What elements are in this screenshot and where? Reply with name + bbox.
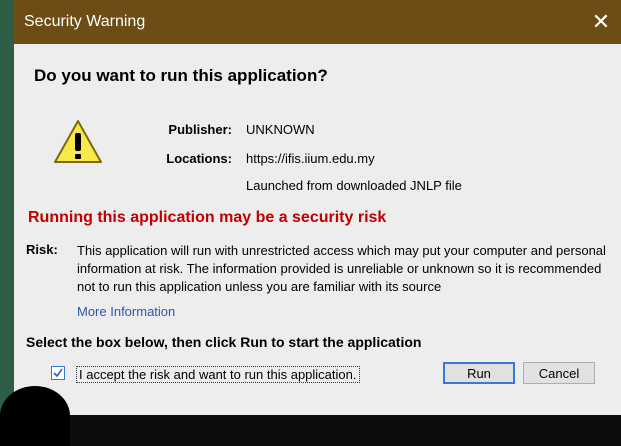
accept-risk-label[interactable]: I accept the risk and want to run this a… — [76, 366, 360, 383]
select-instruction: Select the box below, then click Run to … — [26, 334, 422, 350]
more-information-link[interactable]: More Information — [77, 304, 175, 319]
run-button[interactable]: Run — [443, 362, 515, 384]
checkmark-icon — [53, 368, 63, 378]
background-shape — [0, 386, 70, 446]
title-bar: Security Warning ✕ — [14, 0, 621, 44]
publisher-value: UNKNOWN — [246, 122, 315, 137]
accept-risk-checkbox[interactable] — [51, 366, 65, 380]
cancel-button[interactable]: Cancel — [523, 362, 595, 384]
publisher-label: Publisher: — [168, 122, 232, 137]
risk-description: This application will run with unrestric… — [77, 243, 606, 294]
locations-label: Locations: — [166, 151, 232, 166]
close-icon: ✕ — [591, 9, 611, 34]
window-title: Security Warning — [24, 13, 146, 30]
dialog-heading: Do you want to run this application? — [34, 66, 328, 85]
risk-label: Risk: — [26, 242, 58, 257]
background-window-edge — [0, 0, 14, 415]
security-warning-dialog: Security Warning ✕ Do you want to run th… — [14, 0, 621, 415]
location-value: https://ifis.iium.edu.my — [246, 151, 375, 166]
warning-icon — [52, 118, 104, 171]
close-button[interactable]: ✕ — [581, 0, 621, 44]
risk-heading: Running this application may be a securi… — [28, 209, 387, 226]
location-note: Launched from downloaded JNLP file — [246, 178, 462, 193]
